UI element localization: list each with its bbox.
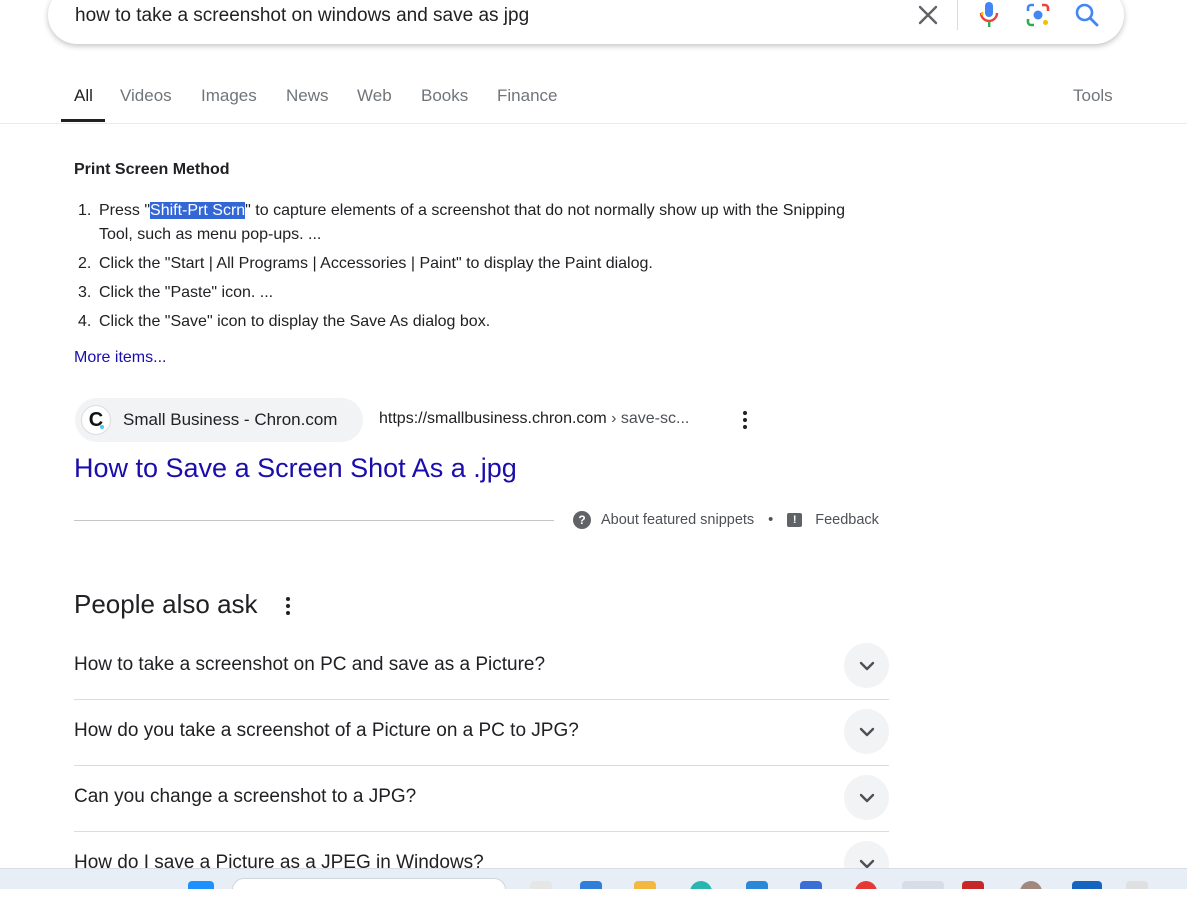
- search-tabs: All Videos Images News Web Books Finance…: [0, 84, 1187, 124]
- chevron-down-icon[interactable]: [844, 643, 889, 688]
- tab-all[interactable]: All: [74, 86, 93, 106]
- feedback-link[interactable]: Feedback: [815, 512, 879, 528]
- step-text: Click the "Paste" icon. ...: [99, 284, 274, 301]
- microphone-icon[interactable]: [976, 2, 1002, 28]
- paa-question-text: Can you change a screenshot to a JPG?: [74, 786, 417, 807]
- active-tab-indicator: [61, 119, 105, 122]
- paa-question[interactable]: How do you take a screenshot of a Pictur…: [74, 699, 889, 766]
- search-bar-divider: [957, 0, 958, 30]
- result-title-link[interactable]: How to Save a Screen Shot As a .jpg: [74, 453, 517, 484]
- tab-videos[interactable]: Videos: [120, 86, 172, 106]
- chevron-down-icon[interactable]: [844, 709, 889, 754]
- search-input[interactable]: how to take a screenshot on windows and …: [75, 5, 529, 27]
- list-item: 1. Press "Shift-Prt Scrn" to capture ele…: [74, 199, 874, 247]
- step-number: 3.: [78, 284, 92, 301]
- tab-web[interactable]: Web: [357, 86, 392, 106]
- step-number: 2.: [78, 255, 92, 272]
- step-number: 1.: [78, 202, 92, 219]
- chevron-down-icon[interactable]: [844, 775, 889, 820]
- close-icon[interactable]: [915, 2, 941, 28]
- tools-button[interactable]: Tools: [1073, 86, 1113, 106]
- snippet-title: Print Screen Method: [74, 161, 230, 178]
- snippet-steps: 1. Press "Shift-Prt Scrn" to capture ele…: [74, 199, 874, 339]
- tab-news[interactable]: News: [286, 86, 329, 106]
- step-text-pre: Press ": [99, 202, 151, 219]
- list-item: 4. Click the "Save" icon to display the …: [74, 310, 874, 334]
- source-url-path: › save-sc...: [606, 410, 690, 427]
- taskbar-search-box[interactable]: [232, 878, 506, 889]
- about-featured-snippets-link[interactable]: About featured snippets: [601, 512, 754, 528]
- step-number: 4.: [78, 313, 92, 330]
- source-url-domain: https://smallbusiness.chron.com: [379, 410, 607, 427]
- tab-books[interactable]: Books: [421, 86, 468, 106]
- step-text: Click the "Start | All Programs | Access…: [99, 255, 653, 272]
- paa-question[interactable]: Can you change a screenshot to a JPG?: [74, 765, 889, 832]
- step-text: Click the "Save" icon to display the Sav…: [99, 313, 491, 330]
- help-icon: ?: [573, 511, 591, 529]
- people-also-ask-heading: People also ask: [74, 589, 258, 619]
- tab-finance[interactable]: Finance: [497, 86, 557, 106]
- paa-question-text: How to take a screenshot on PC and save …: [74, 654, 546, 675]
- search-icon[interactable]: [1074, 2, 1100, 28]
- source-site-name: Small Business - Chron.com: [123, 410, 338, 429]
- windows-taskbar: [0, 868, 1187, 889]
- tab-images[interactable]: Images: [201, 86, 257, 106]
- source-site-chip[interactable]: C Small Business - Chron.com: [75, 398, 363, 442]
- list-item: 3. Click the "Paste" icon. ...: [74, 281, 874, 305]
- selected-text: Shift-Prt Scrn: [150, 202, 246, 219]
- paa-question[interactable]: How to take a screenshot on PC and save …: [74, 633, 889, 700]
- search-bar[interactable]: how to take a screenshot on windows and …: [48, 0, 1124, 44]
- more-items-link[interactable]: More items...: [74, 349, 166, 367]
- paa-question-text: How do you take a screenshot of a Pictur…: [74, 720, 579, 741]
- snippet-divider: [74, 520, 554, 521]
- separator-bullet: •: [768, 512, 774, 528]
- list-item: 2. Click the "Start | All Programs | Acc…: [74, 252, 874, 276]
- result-options-icon[interactable]: [736, 409, 754, 431]
- feedback-icon: !: [787, 513, 803, 527]
- lens-icon[interactable]: [1025, 2, 1051, 28]
- source-url[interactable]: https://smallbusiness.chron.com › save-s…: [379, 410, 689, 428]
- chron-favicon-icon: C: [81, 405, 111, 435]
- snippet-footer: ? About featured snippets • ! Feedback: [573, 511, 879, 529]
- paa-options-icon[interactable]: [278, 595, 298, 617]
